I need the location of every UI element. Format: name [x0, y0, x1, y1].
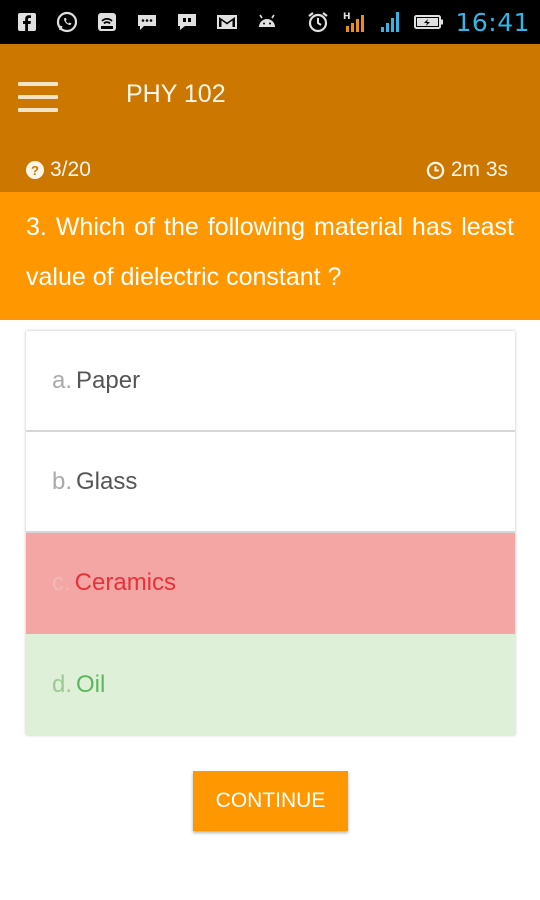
option-label: Paper — [76, 366, 141, 394]
option-b[interactable]: b. Glass — [26, 432, 515, 533]
quiz-timer: 2m 3s — [426, 158, 508, 182]
status-bar: H 16:41 — [0, 0, 540, 44]
facebook-icon — [14, 10, 40, 34]
timer-label: 2m 3s — [450, 158, 508, 181]
whatsapp-icon — [54, 10, 80, 34]
chat-icon — [134, 10, 160, 34]
gmail-icon — [214, 10, 240, 34]
question-mark-icon: ? — [26, 161, 44, 179]
svg-text:H: H — [343, 12, 351, 22]
option-d[interactable]: d. Oil — [26, 634, 515, 735]
menu-icon[interactable] — [18, 82, 58, 112]
continue-button[interactable]: CONTINUE — [193, 771, 348, 831]
signal-h-icon: H — [341, 10, 367, 34]
progress-label: 3/20 — [50, 158, 91, 181]
question-text: 3. Which of the following material has l… — [26, 213, 514, 291]
question-progress: ? 3/20 — [26, 158, 91, 182]
option-a[interactable]: a. Paper — [26, 331, 515, 432]
wifi-router-icon — [94, 10, 120, 34]
option-letter: a. — [52, 366, 73, 394]
battery-icon — [413, 10, 445, 34]
android-icon — [254, 10, 280, 34]
option-label: Ceramics — [74, 568, 177, 596]
option-letter: b. — [52, 467, 73, 495]
system-icons: H 16:41 — [305, 8, 530, 37]
page-title: PHY 102 — [126, 80, 226, 108]
signal-icon — [377, 10, 403, 34]
app-bar: PHY 102 ? 3/20 2m 3s — [0, 44, 540, 192]
clock-icon — [426, 161, 445, 180]
option-label: Glass — [76, 467, 138, 495]
option-letter: d. — [52, 670, 73, 698]
messenger-icon — [174, 10, 200, 34]
answer-options: a. Paper b. Glass c. Ceramics d. Oil — [26, 331, 515, 735]
question-panel: 3. Which of the following material has l… — [0, 192, 540, 320]
option-c[interactable]: c. Ceramics — [26, 533, 515, 634]
status-time: 16:41 — [455, 7, 530, 37]
notification-icons — [14, 10, 280, 34]
option-letter: c. — [52, 568, 71, 596]
alarm-clock-icon — [305, 10, 331, 34]
option-label: Oil — [76, 670, 106, 698]
